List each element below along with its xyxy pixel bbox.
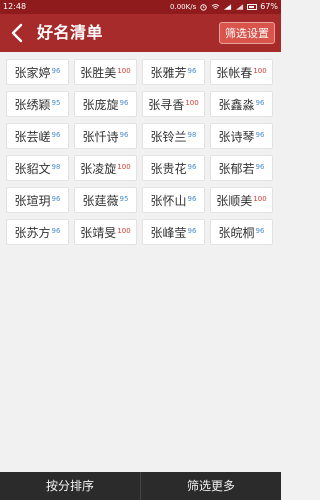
signal-icon (224, 4, 232, 10)
name-text: 张靖旻 (80, 225, 117, 240)
name-text: 张雅芳 (150, 65, 187, 80)
name-text: 张鑫淼 (218, 97, 255, 112)
name-item[interactable]: 张胜美 100 (74, 59, 137, 85)
back-button[interactable] (6, 21, 28, 45)
score-badge: 96 (255, 163, 265, 171)
sort-by-score-button[interactable]: 按分排序 (0, 472, 140, 500)
name-item[interactable]: 张苏方 96 (6, 219, 69, 245)
name-grid: 张家婷 96 张胜美 100 张雅芳 96 张帐春 100 张绣颖 95 张庞旋 96 张寻香 100 张鑫… (6, 59, 275, 245)
score-badge: 96 (187, 227, 197, 235)
name-item[interactable]: 张铃兰 98 (142, 123, 205, 149)
name-item[interactable]: 张庞旋 96 (74, 91, 137, 117)
name-item[interactable]: 张贵花 96 (142, 155, 205, 181)
score-badge: 96 (51, 67, 61, 75)
score-badge: 100 (253, 67, 267, 75)
name-text: 张寻香 (148, 97, 185, 112)
score-badge: 95 (51, 99, 61, 107)
score-badge: 96 (119, 99, 129, 107)
score-badge: 96 (187, 195, 197, 203)
score-badge: 98 (187, 131, 197, 139)
name-text: 张顺美 (216, 193, 253, 208)
name-text: 张郁若 (218, 161, 255, 176)
battery-level: 67% (260, 2, 278, 11)
score-badge: 96 (51, 227, 61, 235)
alarm-icon (200, 4, 207, 11)
name-item[interactable]: 张寻香 100 (142, 91, 205, 117)
name-text: 张莛薇 (82, 193, 119, 208)
status-bar: 12:48 0.00K/s 67% (0, 0, 281, 14)
title-bar: 好名清单 筛选设置 (0, 14, 281, 52)
score-badge: 96 (119, 131, 129, 139)
name-text: 张家婷 (14, 65, 51, 80)
name-text: 张铃兰 (150, 129, 187, 144)
name-item[interactable]: 张忏诗 96 (74, 123, 137, 149)
score-badge: 96 (51, 131, 61, 139)
name-item[interactable]: 张皖桐 96 (210, 219, 273, 245)
name-text: 张苏方 (14, 225, 51, 240)
name-item[interactable]: 张鑫淼 96 (210, 91, 273, 117)
signal-icon-2 (236, 4, 244, 10)
score-badge: 96 (255, 131, 265, 139)
score-badge: 100 (117, 67, 131, 75)
name-text: 张怀山 (150, 193, 187, 208)
score-badge: 98 (51, 163, 61, 171)
score-badge: 100 (117, 227, 131, 235)
name-text: 张峰莹 (150, 225, 187, 240)
name-item[interactable]: 张家婷 96 (6, 59, 69, 85)
name-item[interactable]: 张峰莹 96 (142, 219, 205, 245)
page-title: 好名清单 (37, 23, 104, 42)
name-item[interactable]: 张靖旻 100 (74, 219, 137, 245)
name-text: 张忏诗 (82, 129, 119, 144)
bottom-bar: 按分排序 筛选更多 (0, 472, 281, 500)
name-item[interactable]: 张貂文 98 (6, 155, 69, 181)
name-text: 张芸嵯 (14, 129, 51, 144)
name-text: 张凌旋 (80, 161, 117, 176)
score-badge: 96 (187, 67, 197, 75)
filter-settings-button[interactable]: 筛选设置 (219, 22, 275, 44)
name-item[interactable]: 张凌旋 100 (74, 155, 137, 181)
score-badge: 96 (255, 99, 265, 107)
name-item[interactable]: 张怀山 96 (142, 187, 205, 213)
name-text: 张贵花 (150, 161, 187, 176)
name-text: 张皖桐 (218, 225, 255, 240)
status-time: 12:48 (3, 2, 27, 11)
name-text: 张胜美 (80, 65, 117, 80)
name-item[interactable]: 张莛薇 95 (74, 187, 137, 213)
score-badge: 96 (187, 163, 197, 171)
name-text: 张瑄玥 (14, 193, 51, 208)
battery-icon (247, 4, 258, 10)
score-badge: 96 (255, 227, 265, 235)
name-item[interactable]: 张帐春 100 (210, 59, 273, 85)
network-speed: 0.00K/s (170, 3, 197, 11)
score-badge: 100 (117, 163, 131, 171)
name-text: 张貂文 (14, 161, 51, 176)
chevron-left-icon (11, 23, 23, 43)
name-text: 张诗琴 (218, 129, 255, 144)
wifi-icon (211, 4, 220, 10)
status-indicators: 0.00K/s 67% (170, 0, 278, 14)
name-text: 张绣颖 (14, 97, 51, 112)
name-item[interactable]: 张顺美 100 (210, 187, 273, 213)
score-badge: 100 (253, 195, 267, 203)
name-item[interactable]: 张芸嵯 96 (6, 123, 69, 149)
name-item[interactable]: 张诗琴 96 (210, 123, 273, 149)
score-badge: 95 (119, 195, 129, 203)
name-item[interactable]: 张绣颖 95 (6, 91, 69, 117)
name-text: 张帐春 (216, 65, 253, 80)
score-badge: 96 (51, 195, 61, 203)
name-item[interactable]: 张郁若 96 (210, 155, 273, 181)
name-item[interactable]: 张瑄玥 96 (6, 187, 69, 213)
filter-more-button[interactable]: 筛选更多 (141, 472, 281, 500)
name-item[interactable]: 张雅芳 96 (142, 59, 205, 85)
score-badge: 100 (185, 99, 199, 107)
name-text: 张庞旋 (82, 97, 119, 112)
